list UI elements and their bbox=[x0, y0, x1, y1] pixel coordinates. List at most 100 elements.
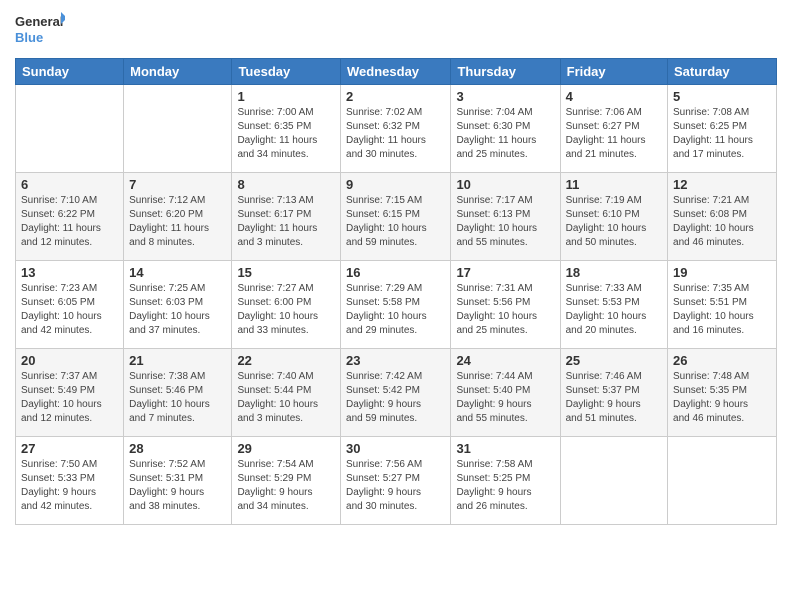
calendar-cell: 16 Sunrise: 7:29 AM Sunset: 5:58 PM Dayli… bbox=[341, 261, 451, 349]
calendar-cell: 18 Sunrise: 7:33 AM Sunset: 5:53 PM Dayli… bbox=[560, 261, 667, 349]
day-number: 31 bbox=[456, 441, 554, 456]
day-number: 20 bbox=[21, 353, 118, 368]
calendar-cell: 6Sunrise: 7:10 AM Sunset: 6:22 PM Daylig… bbox=[16, 173, 124, 261]
day-info: Sunrise: 7:29 AM Sunset: 5:58 PM Dayligh… bbox=[346, 282, 445, 338]
calendar-cell: 12 Sunrise: 7:21 AM Sunset: 6:08 PM Dayli… bbox=[668, 173, 777, 261]
weekday-header-row: SundayMondayTuesdayWednesdayThursdayFrid… bbox=[16, 59, 777, 85]
day-info: Sunrise: 7:33 AM Sunset: 5:53 PM Dayligh… bbox=[566, 282, 662, 338]
day-number: 3 bbox=[456, 89, 554, 104]
weekday-header-tuesday: Tuesday bbox=[232, 59, 341, 85]
day-info: Sunrise: 7:56 AM Sunset: 5:27 PM Dayligh… bbox=[346, 458, 445, 514]
calendar-cell bbox=[560, 437, 667, 525]
day-info: Sunrise: 7:19 AM Sunset: 6:10 PM Dayligh… bbox=[566, 194, 662, 250]
day-info: Sunrise: 7:27 AM Sunset: 6:00 PM Dayligh… bbox=[237, 282, 335, 338]
calendar-cell: 11 Sunrise: 7:19 AM Sunset: 6:10 PM Dayli… bbox=[560, 173, 667, 261]
day-info: Sunrise: 7:44 AM Sunset: 5:40 PM Dayligh… bbox=[456, 370, 554, 426]
day-number: 11 bbox=[566, 177, 662, 192]
calendar-cell: 9 Sunrise: 7:15 AM Sunset: 6:15 PM Daylig… bbox=[341, 173, 451, 261]
day-info: Sunrise: 7:42 AM Sunset: 5:42 PM Dayligh… bbox=[346, 370, 445, 426]
day-number: 12 bbox=[673, 177, 771, 192]
day-number: 25 bbox=[566, 353, 662, 368]
day-number: 15 bbox=[237, 265, 335, 280]
day-info: Sunrise: 7:58 AM Sunset: 5:25 PM Dayligh… bbox=[456, 458, 554, 514]
calendar-cell: 21 Sunrise: 7:38 AM Sunset: 5:46 PM Dayli… bbox=[124, 349, 232, 437]
weekday-header-saturday: Saturday bbox=[668, 59, 777, 85]
day-info: Sunrise: 7:35 AM Sunset: 5:51 PM Dayligh… bbox=[673, 282, 771, 338]
day-info: Sunrise: 7:02 AM Sunset: 6:32 PM Dayligh… bbox=[346, 106, 445, 162]
day-number: 18 bbox=[566, 265, 662, 280]
day-number: 17 bbox=[456, 265, 554, 280]
calendar-cell: 28Sunrise: 7:52 AM Sunset: 5:31 PM Dayli… bbox=[124, 437, 232, 525]
logo-icon: General Blue bbox=[15, 10, 65, 50]
day-number: 9 bbox=[346, 177, 445, 192]
weekday-header-wednesday: Wednesday bbox=[341, 59, 451, 85]
svg-text:Blue: Blue bbox=[15, 30, 43, 45]
weekday-header-sunday: Sunday bbox=[16, 59, 124, 85]
calendar-cell: 29 Sunrise: 7:54 AM Sunset: 5:29 PM Dayli… bbox=[232, 437, 341, 525]
calendar-cell bbox=[668, 437, 777, 525]
day-number: 10 bbox=[456, 177, 554, 192]
day-info: Sunrise: 7:54 AM Sunset: 5:29 PM Dayligh… bbox=[237, 458, 335, 514]
day-number: 29 bbox=[237, 441, 335, 456]
day-number: 27 bbox=[21, 441, 118, 456]
day-number: 1 bbox=[237, 89, 335, 104]
calendar-week-5: 27 Sunrise: 7:50 AM Sunset: 5:33 PM Dayli… bbox=[16, 437, 777, 525]
calendar-cell: 7 Sunrise: 7:12 AM Sunset: 6:20 PM Daylig… bbox=[124, 173, 232, 261]
calendar-cell: 25 Sunrise: 7:46 AM Sunset: 5:37 PM Dayli… bbox=[560, 349, 667, 437]
day-number: 2 bbox=[346, 89, 445, 104]
calendar-cell: 2 Sunrise: 7:02 AM Sunset: 6:32 PM Daylig… bbox=[341, 85, 451, 173]
calendar-cell: 19 Sunrise: 7:35 AM Sunset: 5:51 PM Dayli… bbox=[668, 261, 777, 349]
day-number: 24 bbox=[456, 353, 554, 368]
calendar-cell: 22 Sunrise: 7:40 AM Sunset: 5:44 PM Dayli… bbox=[232, 349, 341, 437]
day-info: Sunrise: 7:21 AM Sunset: 6:08 PM Dayligh… bbox=[673, 194, 771, 250]
calendar-cell: 30 Sunrise: 7:56 AM Sunset: 5:27 PM Dayli… bbox=[341, 437, 451, 525]
day-info: Sunrise: 7:04 AM Sunset: 6:30 PM Dayligh… bbox=[456, 106, 554, 162]
day-info: Sunrise: 7:50 AM Sunset: 5:33 PM Dayligh… bbox=[21, 458, 118, 514]
day-number: 19 bbox=[673, 265, 771, 280]
calendar-cell: 17 Sunrise: 7:31 AM Sunset: 5:56 PM Dayli… bbox=[451, 261, 560, 349]
day-number: 21 bbox=[129, 353, 226, 368]
day-info: Sunrise: 7:52 AM Sunset: 5:31 PM Dayligh… bbox=[129, 458, 226, 514]
day-info: Sunrise: 7:13 AM Sunset: 6:17 PM Dayligh… bbox=[237, 194, 335, 250]
calendar-cell: 24 Sunrise: 7:44 AM Sunset: 5:40 PM Dayli… bbox=[451, 349, 560, 437]
day-number: 16 bbox=[346, 265, 445, 280]
day-info: Sunrise: 7:46 AM Sunset: 5:37 PM Dayligh… bbox=[566, 370, 662, 426]
calendar-cell: 23Sunrise: 7:42 AM Sunset: 5:42 PM Dayli… bbox=[341, 349, 451, 437]
day-info: Sunrise: 7:25 AM Sunset: 6:03 PM Dayligh… bbox=[129, 282, 226, 338]
day-number: 7 bbox=[129, 177, 226, 192]
calendar-cell: 3 Sunrise: 7:04 AM Sunset: 6:30 PM Daylig… bbox=[451, 85, 560, 173]
page-container: General Blue SundayMondayTuesdayWednesda… bbox=[0, 0, 792, 535]
weekday-header-monday: Monday bbox=[124, 59, 232, 85]
day-number: 22 bbox=[237, 353, 335, 368]
day-number: 5 bbox=[673, 89, 771, 104]
calendar-week-2: 6Sunrise: 7:10 AM Sunset: 6:22 PM Daylig… bbox=[16, 173, 777, 261]
day-info: Sunrise: 7:37 AM Sunset: 5:49 PM Dayligh… bbox=[21, 370, 118, 426]
day-number: 26 bbox=[673, 353, 771, 368]
day-info: Sunrise: 7:17 AM Sunset: 6:13 PM Dayligh… bbox=[456, 194, 554, 250]
calendar-cell: 1Sunrise: 7:00 AM Sunset: 6:35 PM Daylig… bbox=[232, 85, 341, 173]
page-header: General Blue bbox=[15, 10, 777, 50]
day-info: Sunrise: 7:48 AM Sunset: 5:35 PM Dayligh… bbox=[673, 370, 771, 426]
calendar-cell bbox=[124, 85, 232, 173]
logo: General Blue bbox=[15, 10, 65, 50]
day-info: Sunrise: 7:40 AM Sunset: 5:44 PM Dayligh… bbox=[237, 370, 335, 426]
day-info: Sunrise: 7:15 AM Sunset: 6:15 PM Dayligh… bbox=[346, 194, 445, 250]
day-number: 4 bbox=[566, 89, 662, 104]
calendar-cell: 13Sunrise: 7:23 AM Sunset: 6:05 PM Dayli… bbox=[16, 261, 124, 349]
calendar-table: SundayMondayTuesdayWednesdayThursdayFrid… bbox=[15, 58, 777, 525]
svg-text:General: General bbox=[15, 14, 63, 29]
day-info: Sunrise: 7:31 AM Sunset: 5:56 PM Dayligh… bbox=[456, 282, 554, 338]
calendar-cell: 27 Sunrise: 7:50 AM Sunset: 5:33 PM Dayli… bbox=[16, 437, 124, 525]
calendar-cell: 15 Sunrise: 7:27 AM Sunset: 6:00 PM Dayli… bbox=[232, 261, 341, 349]
calendar-cell: 10 Sunrise: 7:17 AM Sunset: 6:13 PM Dayli… bbox=[451, 173, 560, 261]
day-info: Sunrise: 7:38 AM Sunset: 5:46 PM Dayligh… bbox=[129, 370, 226, 426]
calendar-cell: 8 Sunrise: 7:13 AM Sunset: 6:17 PM Daylig… bbox=[232, 173, 341, 261]
day-number: 30 bbox=[346, 441, 445, 456]
day-info: Sunrise: 7:12 AM Sunset: 6:20 PM Dayligh… bbox=[129, 194, 226, 250]
day-number: 14 bbox=[129, 265, 226, 280]
day-info: Sunrise: 7:06 AM Sunset: 6:27 PM Dayligh… bbox=[566, 106, 662, 162]
day-number: 8 bbox=[237, 177, 335, 192]
day-info: Sunrise: 7:08 AM Sunset: 6:25 PM Dayligh… bbox=[673, 106, 771, 162]
calendar-week-4: 20 Sunrise: 7:37 AM Sunset: 5:49 PM Dayli… bbox=[16, 349, 777, 437]
calendar-cell: 20 Sunrise: 7:37 AM Sunset: 5:49 PM Dayli… bbox=[16, 349, 124, 437]
